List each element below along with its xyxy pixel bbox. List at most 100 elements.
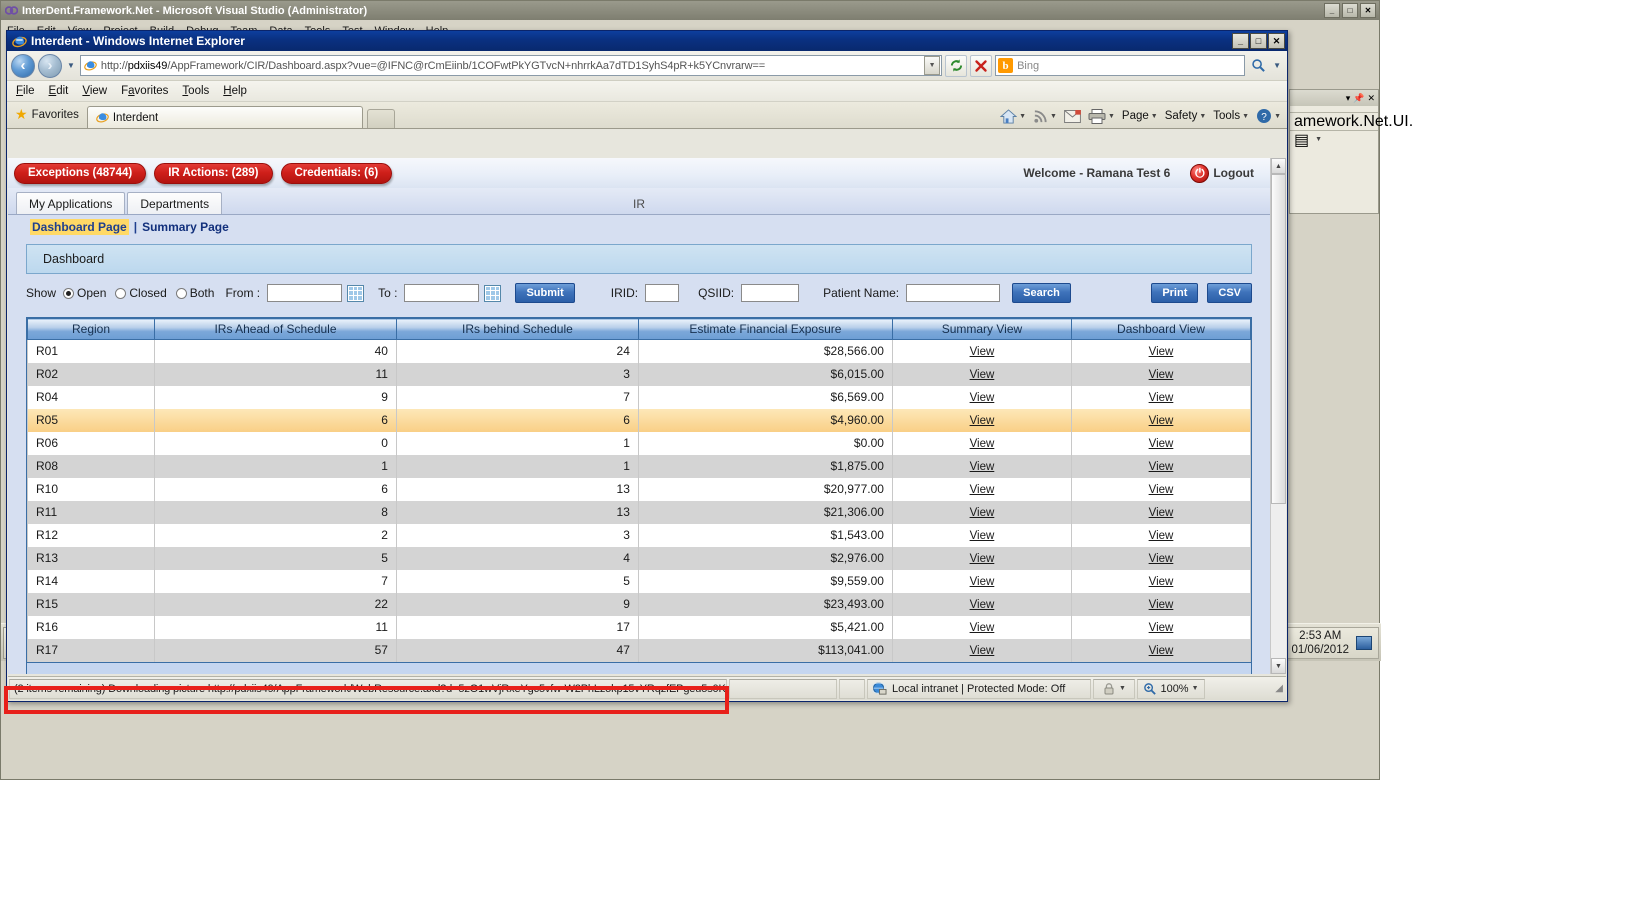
tab-departments[interactable]: Departments [127,192,222,214]
column-header-region[interactable]: Region [28,319,155,340]
chevron-down-icon[interactable]: ▼ [1019,113,1026,120]
show-desktop-icon[interactable] [1356,636,1372,650]
submit-button[interactable]: Submit [515,283,574,303]
radio-both[interactable]: Both [176,286,215,300]
table-row[interactable]: R02113$6,015.00ViewView [28,363,1251,386]
view-link[interactable]: View [970,576,995,588]
cell-dashboard-view[interactable]: View [1071,363,1250,386]
feeds-button[interactable]: ▼ [1033,109,1057,124]
cell-summary-view[interactable]: View [892,386,1071,409]
cell-summary-view[interactable]: View [892,363,1071,386]
cell-dashboard-view[interactable]: View [1071,639,1250,662]
cell-summary-view[interactable]: View [892,432,1071,455]
vs-maximize-button[interactable]: □ [1342,3,1358,18]
cell-summary-view[interactable]: View [892,455,1071,478]
cell-dashboard-view[interactable]: View [1071,455,1250,478]
pin-icon[interactable]: 📌 [1353,93,1364,104]
view-link[interactable]: View [1149,576,1174,588]
qsiid-input[interactable] [741,284,799,302]
cell-summary-view[interactable]: View [892,409,1071,432]
scroll-thumb[interactable] [1271,174,1286,504]
view-link[interactable]: View [970,530,995,542]
breadcrumb-summary-page[interactable]: Summary Page [142,220,229,234]
zoom-level-control[interactable]: 100% ▼ [1137,679,1205,699]
column-header-irs-ahead[interactable]: IRs Ahead of Schedule [155,319,397,340]
cell-dashboard-view[interactable]: View [1071,501,1250,524]
view-link[interactable]: View [1149,369,1174,381]
chevron-down-icon[interactable]: ▼ [1050,113,1057,120]
cell-dashboard-view[interactable]: View [1071,593,1250,616]
page-menu-button[interactable]: Page ▼ [1122,110,1158,122]
vs-close-button[interactable]: ✕ [1360,3,1376,18]
resize-grip-icon[interactable]: ◢ [1275,683,1283,694]
table-row[interactable]: R0497$6,569.00ViewView [28,386,1251,409]
view-link[interactable]: View [970,484,995,496]
back-icon[interactable]: ‹ [11,54,35,78]
protected-mode-indicator[interactable]: ▼ [1093,679,1135,699]
view-link[interactable]: View [1149,415,1174,427]
cell-dashboard-view[interactable]: View [1071,478,1250,501]
exceptions-button[interactable]: Exceptions (48744) [14,163,146,184]
ie-close-button[interactable]: ✕ [1268,33,1285,49]
table-row[interactable]: R1223$1,543.00ViewView [28,524,1251,547]
safety-menu-button[interactable]: Safety ▼ [1165,110,1207,122]
table-row[interactable]: R10613$20,977.00ViewView [28,478,1251,501]
home-button[interactable]: ▼ [1000,109,1026,124]
security-zone[interactable]: Local intranet | Protected Mode: Off [867,679,1091,699]
menu-tools[interactable]: Tools [182,85,209,97]
column-header-exposure[interactable]: Estimate Financial Exposure [638,319,892,340]
cell-summary-view[interactable]: View [892,478,1071,501]
menu-file[interactable]: File [16,85,35,97]
column-header-irs-behind[interactable]: IRs behind Schedule [396,319,638,340]
breadcrumb-dashboard-page[interactable]: Dashboard Page [30,219,129,235]
radio-open-input[interactable] [63,288,74,299]
menu-edit[interactable]: Edit [49,85,69,97]
forward-icon[interactable]: › [38,54,62,78]
radio-both-input[interactable] [176,288,187,299]
chevron-down-icon[interactable]: ▼ [1274,113,1281,120]
read-mail-button[interactable] [1064,110,1081,123]
address-bar[interactable]: http://pdxiis49/AppFramework/CIR/Dashboa… [80,55,942,76]
view-link[interactable]: View [1149,392,1174,404]
scroll-down-button[interactable]: ▼ [1271,658,1286,674]
view-link[interactable]: View [970,415,995,427]
cell-dashboard-view[interactable]: View [1071,524,1250,547]
cell-summary-view[interactable]: View [892,639,1071,662]
chevron-down-icon[interactable]: ▾ [1346,93,1351,104]
scroll-up-button[interactable]: ▲ [1271,158,1286,174]
taskbar-clock[interactable]: 2:53 AM 01/06/2012 [1291,629,1349,657]
table-row[interactable]: R0811$1,875.00ViewView [28,455,1251,478]
new-tab-button[interactable] [367,109,395,128]
cell-summary-view[interactable]: View [892,340,1071,363]
cell-summary-view[interactable]: View [892,501,1071,524]
close-icon[interactable]: ✕ [1367,93,1375,104]
page-scrollbar[interactable]: ▲ ▼ [1270,158,1286,674]
irid-input[interactable] [645,284,679,302]
view-link[interactable]: View [970,553,995,565]
view-link[interactable]: View [1149,461,1174,473]
from-date-input[interactable] [267,284,342,302]
radio-open[interactable]: Open [63,286,106,300]
list-view-icon[interactable]: ▤ [1294,130,1309,150]
cell-dashboard-view[interactable]: View [1071,409,1250,432]
menu-favorites[interactable]: Favorites [121,85,168,97]
print-button[interactable]: ▼ [1088,109,1115,124]
calendar-icon[interactable] [347,285,364,302]
csv-button[interactable]: CSV [1207,283,1252,303]
view-link[interactable]: View [970,438,995,450]
cell-summary-view[interactable]: View [892,524,1071,547]
cell-dashboard-view[interactable]: View [1071,432,1250,455]
scroll-track[interactable] [1271,174,1286,658]
radio-closed[interactable]: Closed [115,286,166,300]
view-link[interactable]: View [1149,507,1174,519]
radio-closed-input[interactable] [115,288,126,299]
ir-actions-button[interactable]: IR Actions: (289) [154,163,272,184]
table-row[interactable]: R1354$2,976.00ViewView [28,547,1251,570]
table-row[interactable]: R0566$4,960.00ViewView [28,409,1251,432]
menu-help[interactable]: Help [223,85,247,97]
search-provider-dropdown-icon[interactable]: ▼ [1271,61,1283,70]
cell-summary-view[interactable]: View [892,570,1071,593]
help-menu-button[interactable]: ? ▼ [1256,108,1281,124]
refresh-icon[interactable] [945,55,967,77]
ie-minimize-button[interactable]: _ [1232,33,1249,49]
